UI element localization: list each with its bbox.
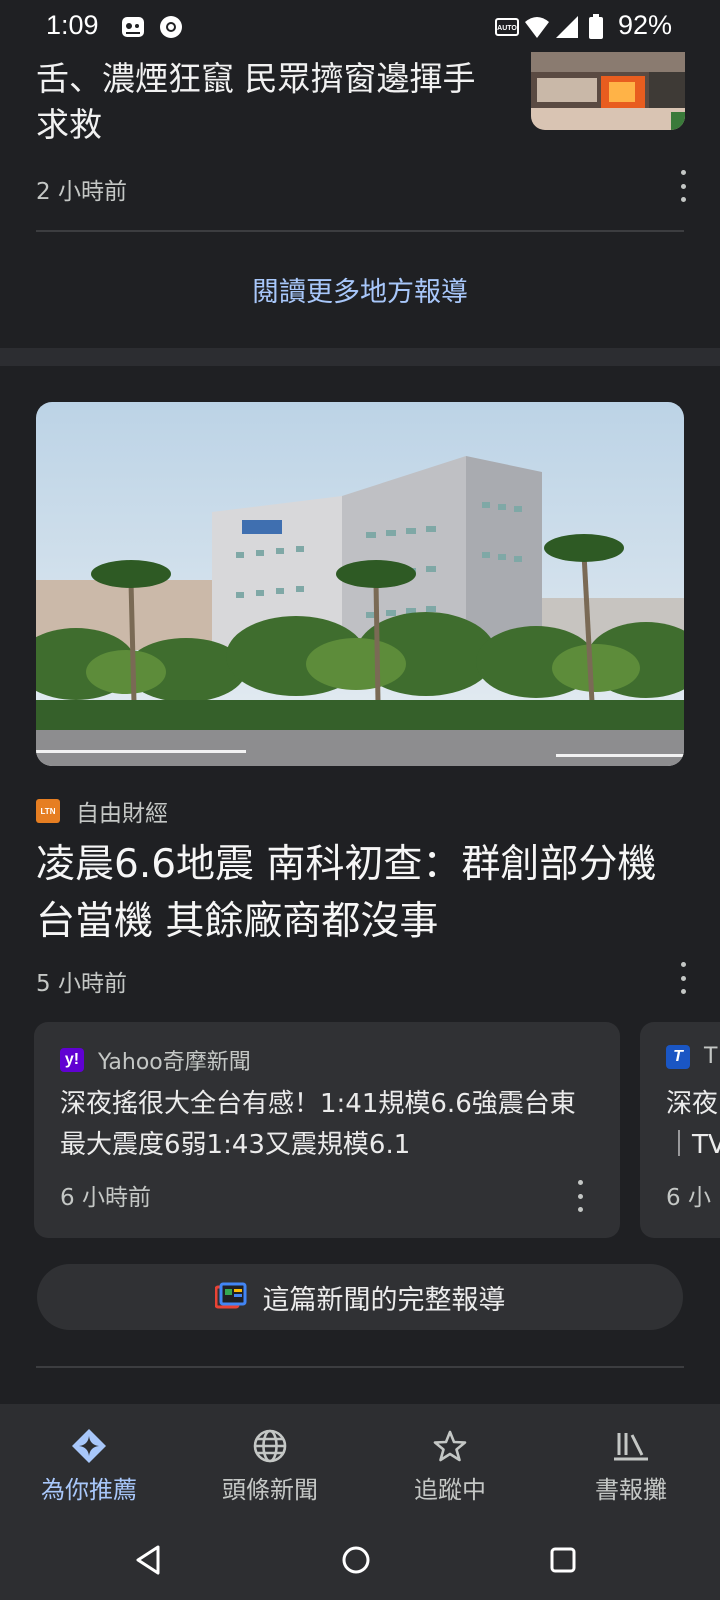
source-name: Yahoo奇摩新聞 [98, 1050, 251, 1075]
auto-hz-icon: AUTO [494, 14, 520, 40]
globe-icon [250, 1426, 290, 1466]
read-more-local-link[interactable]: 閱讀更多地方報導 [0, 270, 720, 309]
home-icon[interactable] [334, 1538, 378, 1582]
status-bar: 1:09 AUTO 92% [0, 0, 720, 52]
related-article-card[interactable]: y! Yahoo奇摩新聞 深夜搖很大全台有感！1:41規模6.6強震台東最大震度… [34, 1022, 620, 1238]
nav-label: 為你推薦 [41, 1476, 137, 1504]
article-thumbnail[interactable] [531, 52, 685, 130]
nav-label: 頭條新聞 [222, 1476, 318, 1504]
tvbs-logo-icon: T [666, 1044, 690, 1069]
nav-label: 追蹤中 [414, 1476, 486, 1504]
back-icon[interactable] [126, 1538, 170, 1582]
sparkle-icon [69, 1426, 109, 1466]
full-coverage-label: 這篇新聞的完整報導 [262, 1284, 506, 1316]
nav-for-you[interactable]: 為你推薦 [4, 1426, 174, 1505]
star-icon [430, 1426, 470, 1466]
article-time: 5 小時前 [36, 971, 127, 997]
section-separator [0, 348, 720, 366]
game-controller-icon [120, 14, 146, 40]
yahoo-logo-icon: y! [60, 1048, 84, 1072]
nav-newsstand[interactable]: 書報攤 [546, 1426, 716, 1505]
article-hero-image[interactable] [36, 402, 684, 766]
related-article-title[interactable]: 深夜搖很大全台有感！1:41規模6.6強震台東最大震度6弱1:43又震規模6.1 [60, 1084, 580, 1166]
article-source[interactable]: LTN 自由財經 [36, 794, 168, 828]
nav-label: 書報攤 [595, 1476, 667, 1504]
chrome-icon [158, 14, 184, 40]
wifi-icon [524, 14, 550, 40]
article-title[interactable]: 凌晨6.6地震 南科初查：群創部分機台當機 其餘廠商都沒事 [36, 836, 686, 950]
full-coverage-icon [214, 1281, 247, 1313]
divider [36, 230, 684, 232]
related-article-time: 6 小 [666, 1185, 711, 1211]
divider [36, 1366, 684, 1368]
related-article-title[interactable]: 深夜｜TV [666, 1084, 720, 1166]
system-navigation-bar [0, 1520, 720, 1600]
nav-following[interactable]: 追蹤中 [365, 1426, 535, 1505]
full-coverage-button[interactable]: 這篇新聞的完整報導 [37, 1264, 683, 1330]
svg-text:AUTO: AUTO [497, 25, 517, 32]
recents-icon[interactable] [541, 1538, 585, 1582]
story-card: LTN 自由財經 凌晨6.6地震 南科初查：群創部分機台當機 其餘廠商都沒事 5… [0, 366, 720, 1404]
nav-headlines[interactable]: 頭條新聞 [185, 1426, 355, 1505]
article-time: 2 小時前 [36, 179, 127, 205]
more-options-icon[interactable] [678, 962, 688, 994]
battery-percentage: 92% [617, 10, 672, 40]
previous-article-card[interactable]: 舌、濃煙狂竄 民眾擠窗邊揮手求救 2 小時前 閱讀更多地方報導 [0, 52, 720, 348]
related-article-card[interactable]: T T 深夜｜TV 6 小 [640, 1022, 720, 1238]
related-article-time: 6 小時前 [60, 1185, 151, 1211]
cellular-signal-icon [554, 14, 580, 40]
status-time: 1:09 [46, 10, 99, 40]
bottom-navigation: 為你推薦 頭條新聞 追蹤中 書報攤 [0, 1404, 720, 1520]
source-name: 自由財經 [76, 801, 168, 827]
more-options-icon[interactable] [678, 170, 688, 202]
battery-icon [588, 14, 614, 40]
ltn-logo-icon: LTN [36, 799, 60, 823]
article-title[interactable]: 舌、濃煙狂竄 民眾擠窗邊揮手求救 [36, 56, 506, 148]
more-options-icon[interactable] [575, 1180, 585, 1212]
source-name: T [704, 1044, 718, 1069]
newsstand-icon [611, 1426, 651, 1466]
